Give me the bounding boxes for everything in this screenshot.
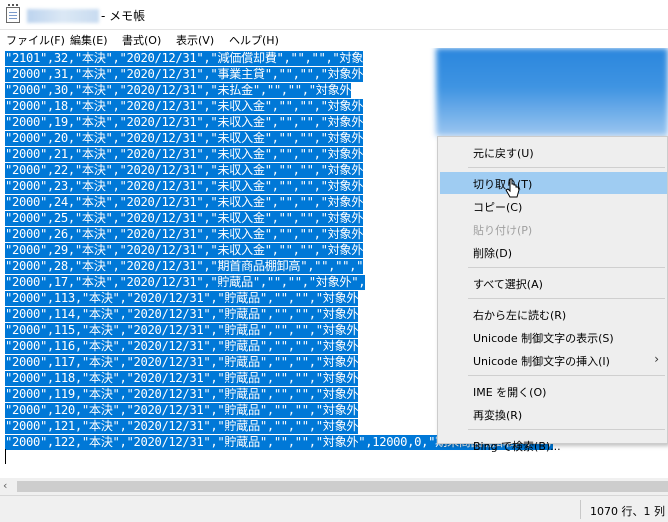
submenu-arrow-icon: › [654, 352, 659, 366]
text-caret [5, 449, 6, 464]
title-bar: - メモ帳 [0, 0, 668, 30]
context-item-label: 再変換(R) [473, 409, 523, 422]
menu-separator [468, 167, 665, 168]
selected-text: "2000",25,"本決","2020/12/31","未収入金","",""… [5, 211, 364, 226]
context-item-insert-unicode-control[interactable]: Unicode 制御文字の挿入(I) › [440, 349, 667, 371]
context-item-label: Bing で検索(B)... [473, 440, 561, 453]
menu-view[interactable]: 表示(V) [176, 32, 214, 48]
selected-text: "2000",117,"本決","2020/12/31","貯蔵品","",""… [5, 355, 359, 370]
mouse-pointer-icon [505, 178, 520, 198]
menu-help[interactable]: ヘルプ(H) [229, 32, 279, 48]
menu-separator [468, 429, 665, 430]
selected-text: "2101",32,"本決","2020/12/31","減価償却費","","… [5, 51, 364, 66]
context-menu: 元に戻す(U) 切り取り(T) コピー(C) 貼り付け(P) 削除(D) すべて選択(A)… [437, 136, 668, 453]
redacted-region [436, 48, 668, 136]
context-item-label: 右から左に読む(R) [473, 309, 567, 322]
selected-text: "2000",121,"本決","2020/12/31","貯蔵品","",""… [5, 419, 359, 434]
menu-separator [468, 298, 665, 299]
context-item-label: 切り取り(T) [473, 178, 533, 191]
context-item-label: 元に戻す(U) [473, 147, 534, 160]
horizontal-scrollbar[interactable]: ‹ [0, 478, 668, 495]
selected-text: "2000",19,"本決","2020/12/31","未収入金","",""… [5, 115, 364, 130]
cursor-position: 1070 行、1 列 [590, 505, 665, 518]
context-item-delete[interactable]: 削除(D) [440, 241, 667, 263]
selected-text: "2000",115,"本決","2020/12/31","貯蔵品","",""… [5, 323, 359, 338]
selected-text: "2000",22,"本決","2020/12/31","未収入金","",""… [5, 163, 364, 178]
selected-text: "2000",30,"本決","2020/12/31","未払金","","",… [5, 83, 352, 98]
context-item-bing-search[interactable]: Bing で検索(B)... [440, 434, 667, 456]
context-item-cut[interactable]: 切り取り(T) [440, 172, 667, 194]
context-item-label: Unicode 制御文字の挿入(I) [473, 355, 610, 368]
scroll-thumb[interactable] [17, 481, 668, 492]
context-item-select-all[interactable]: すべて選択(A) [440, 272, 667, 294]
selected-text: "2000",120,"本決","2020/12/31","貯蔵品","",""… [5, 403, 359, 418]
selected-text: "2000",20,"本決","2020/12/31","未収入金","",""… [5, 131, 364, 146]
status-divider [580, 500, 581, 519]
menu-file[interactable]: ファイル(F) [6, 32, 65, 48]
selected-text: "2000",31,"本決","2020/12/31","事業主貸","",""… [5, 67, 364, 82]
context-item-rtl-reading[interactable]: 右から左に読む(R) [440, 303, 667, 325]
context-item-reconversion[interactable]: 再変換(R) [440, 403, 667, 425]
context-item-label: 削除(D) [473, 247, 513, 260]
selected-text: "2000",28,"本決","2020/12/31","期首商品棚卸高",""… [5, 259, 364, 274]
selected-text: "2000",17,"本決","2020/12/31","貯蔵品","","",… [5, 275, 366, 290]
context-item-paste: 貼り付け(P) [440, 218, 667, 240]
context-item-label: すべて選択(A) [473, 278, 543, 291]
selected-text: "2000",119,"本決","2020/12/31","貯蔵品","",""… [5, 387, 359, 402]
redacted-filename [27, 9, 99, 23]
context-item-label: Unicode 制御文字の表示(S) [473, 332, 614, 345]
menu-format[interactable]: 書式(O) [122, 32, 161, 48]
menu-edit[interactable]: 編集(E) [70, 32, 108, 48]
selected-text: "2000",26,"本決","2020/12/31","未収入金","",""… [5, 227, 364, 242]
window-title: - メモ帳 [101, 9, 146, 23]
context-item-label: IME を開く(O) [473, 386, 547, 399]
selected-text: "2000",21,"本決","2020/12/31","未収入金","",""… [5, 147, 364, 162]
context-item-label: 貼り付け(P) [473, 224, 533, 237]
selected-text: "2000",118,"本決","2020/12/31","貯蔵品","",""… [5, 371, 359, 386]
selected-text: "2000",23,"本決","2020/12/31","未収入金","",""… [5, 179, 364, 194]
notepad-icon[interactable] [6, 4, 20, 23]
status-bar: 1070 行、1 列 [0, 495, 668, 522]
menu-separator [468, 267, 665, 268]
menu-bar: ファイル(F) 編集(E) 書式(O) 表示(V) ヘルプ(H) [0, 30, 668, 48]
context-item-show-unicode-control[interactable]: Unicode 制御文字の表示(S) [440, 326, 667, 348]
selected-text: "2000",116,"本決","2020/12/31","貯蔵品","",""… [5, 339, 359, 354]
selected-text: "2000",114,"本決","2020/12/31","貯蔵品","",""… [5, 307, 359, 322]
menu-separator [468, 375, 665, 376]
selected-text: "2000",24,"本決","2020/12/31","未収入金","",""… [5, 195, 364, 210]
context-item-open-ime[interactable]: IME を開く(O) [440, 380, 667, 402]
selected-text: "2000",113,"本決","2020/12/31","貯蔵品","",""… [5, 291, 359, 306]
scroll-left-arrow-icon[interactable]: ‹ [3, 479, 7, 492]
selected-text: "2000",29,"本決","2020/12/31","未収入金","",""… [5, 243, 364, 258]
context-item-copy[interactable]: コピー(C) [440, 195, 667, 217]
context-item-undo[interactable]: 元に戻す(U) [440, 141, 667, 163]
selected-text: "2000",18,"本決","2020/12/31","未収入金","",""… [5, 99, 364, 114]
